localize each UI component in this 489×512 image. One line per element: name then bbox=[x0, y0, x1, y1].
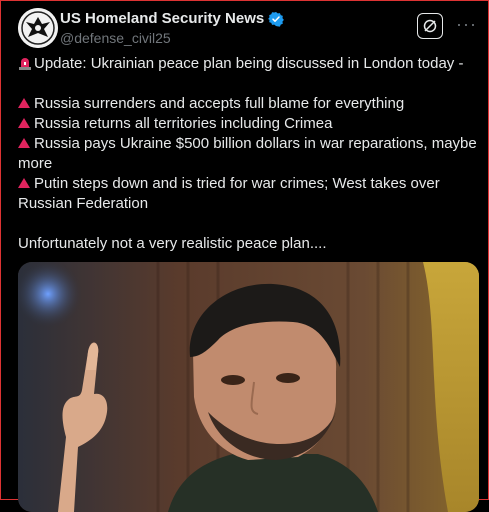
handle[interactable]: @defense_civil25 bbox=[60, 30, 171, 46]
tweet-header: US Homeland Security News @defense_civil… bbox=[18, 8, 479, 48]
red-triangle-icon bbox=[18, 118, 30, 128]
siren-icon bbox=[19, 58, 31, 70]
name-row: US Homeland Security News bbox=[60, 10, 285, 27]
tweet-line-text: Russia surrenders and accepts full blame… bbox=[34, 95, 405, 112]
red-triangle-icon bbox=[18, 138, 30, 148]
photo-man-pointing-image bbox=[18, 262, 479, 512]
tweet-line-text: Update: Ukrainian peace plan being discu… bbox=[34, 55, 464, 72]
red-triangle-icon bbox=[18, 178, 30, 188]
tweet-text: Update: Ukrainian peace plan being discu… bbox=[18, 54, 480, 254]
avatar[interactable] bbox=[18, 8, 58, 48]
tweet-line-text: Putin steps down and is tried for war cr… bbox=[18, 175, 440, 212]
tweet-line-update: Update: Ukrainian peace plan being discu… bbox=[18, 54, 480, 74]
tweet-bullet: Russia pays Ukraine $500 billion dollars… bbox=[18, 134, 480, 174]
tweet-line-text: Russia pays Ukraine $500 billion dollars… bbox=[18, 135, 477, 172]
tweet-bullet: Putin steps down and is tried for war cr… bbox=[18, 174, 480, 214]
tweet-line-closing: Unfortunately not a very realistic peace… bbox=[18, 235, 327, 252]
tweet-bullet: Russia surrenders and accepts full blame… bbox=[18, 94, 480, 114]
tweet-bullet: Russia returns all territories including… bbox=[18, 114, 480, 134]
more-options-icon[interactable]: ··· bbox=[456, 14, 477, 35]
tweet-line-text: Russia returns all territories including… bbox=[34, 115, 333, 132]
tweet-media-photo[interactable] bbox=[18, 262, 479, 512]
verified-badge-icon bbox=[268, 11, 285, 27]
grok-button[interactable] bbox=[417, 13, 443, 39]
shield-eagle-logo-icon bbox=[18, 8, 58, 48]
grok-icon bbox=[423, 19, 437, 33]
red-triangle-icon bbox=[18, 98, 30, 108]
display-name[interactable]: US Homeland Security News bbox=[60, 10, 264, 27]
